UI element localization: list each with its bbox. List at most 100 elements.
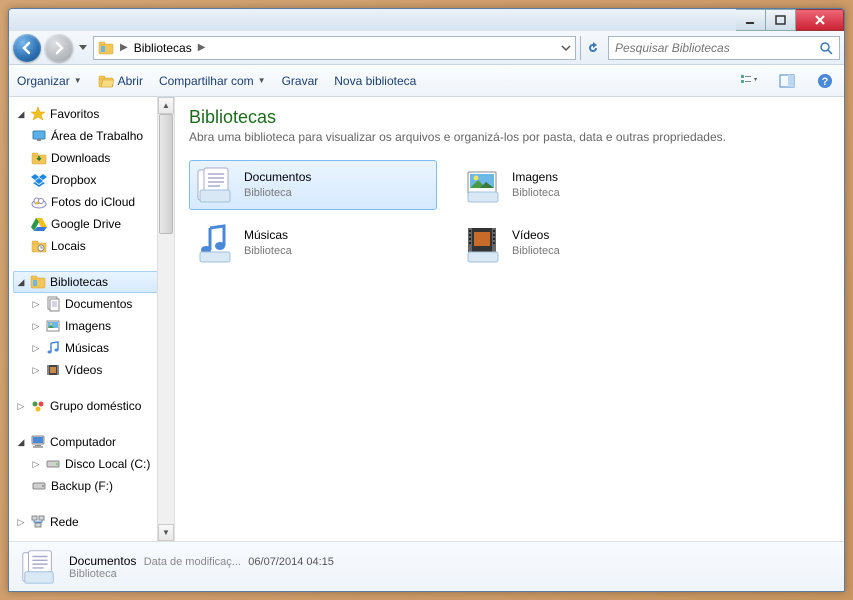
sidebar-item-backup-disk[interactable]: Backup (F:) (13, 475, 158, 497)
new-library-button[interactable]: Nova biblioteca (334, 74, 416, 88)
search-icon (819, 41, 833, 55)
sidebar-libraries[interactable]: ◢Bibliotecas (13, 271, 158, 293)
search-box[interactable] (608, 36, 840, 60)
explorer-window: ▶ Bibliotecas ▶ Organizar▼ Abrir Compart… (8, 8, 845, 592)
dropbox-icon (31, 172, 47, 188)
downloads-icon (31, 150, 47, 166)
sidebar-item-label: Bibliotecas (50, 275, 108, 289)
sidebar-item-dropbox[interactable]: Dropbox (13, 169, 158, 191)
library-item-type: Biblioteca (244, 186, 311, 200)
sidebar-computer[interactable]: ◢Computador (13, 431, 158, 453)
sidebar-item-videos[interactable]: ▷Vídeos (13, 359, 158, 381)
sidebar-item-documents[interactable]: ▷Documentos (13, 293, 158, 315)
star-icon (30, 106, 46, 122)
disk-icon (45, 456, 61, 472)
documents-library-icon (19, 547, 59, 587)
icloud-icon (31, 194, 47, 210)
library-item-type: Biblioteca (244, 244, 292, 258)
sidebar-item-label: Computador (50, 435, 116, 449)
sidebar-item-downloads[interactable]: Downloads (13, 147, 158, 169)
back-button[interactable] (13, 34, 41, 62)
computer-icon (30, 434, 46, 450)
homegroup-icon (30, 398, 46, 414)
library-item-type: Biblioteca (512, 244, 560, 258)
library-item-documents[interactable]: DocumentosBiblioteca (189, 160, 437, 210)
body: ◢Favoritos Área de Trabalho Downloads Dr… (9, 97, 844, 541)
recent-icon (31, 238, 47, 254)
address-dropdown-icon[interactable] (561, 43, 571, 53)
address-bar[interactable]: ▶ Bibliotecas ▶ (93, 36, 576, 60)
network-icon (30, 514, 46, 530)
pictures-icon (45, 318, 61, 334)
preview-pane-button[interactable] (776, 70, 798, 92)
scroll-down-icon[interactable]: ▼ (158, 524, 174, 541)
desktop-icon (31, 128, 47, 144)
sidebar-item-music[interactable]: ▷Músicas (13, 337, 158, 359)
videos-library-icon (462, 222, 504, 264)
details-mod-label: Data de modificaç... (144, 556, 241, 568)
sidebar-item-label: Grupo doméstico (50, 399, 141, 413)
share-button[interactable]: Compartilhar com▼ (159, 74, 266, 88)
sidebar-item-local-disk[interactable]: ▷Disco Local (C:) (13, 453, 158, 475)
library-item-pictures[interactable]: ImagensBiblioteca (457, 160, 705, 210)
sidebar-item-google-drive[interactable]: Google Drive (13, 213, 158, 235)
crumb-arrow-icon[interactable]: ▶ (196, 42, 208, 53)
breadcrumb-root[interactable]: Bibliotecas (134, 41, 192, 55)
help-button[interactable]: ? (814, 70, 836, 92)
library-item-name: Vídeos (512, 228, 560, 244)
details-mod-value: 06/07/2014 04:15 (248, 556, 334, 568)
library-item-music[interactable]: MúsicasBiblioteca (189, 218, 437, 268)
sidebar: ◢Favoritos Área de Trabalho Downloads Dr… (9, 97, 175, 541)
libraries-icon (30, 274, 46, 290)
crumb-arrow-icon[interactable]: ▶ (118, 42, 130, 53)
sidebar-item-label: Rede (50, 515, 79, 529)
view-mode-button[interactable] (738, 70, 760, 92)
sidebar-homegroup[interactable]: ▷Grupo doméstico (13, 395, 158, 417)
close-button[interactable] (796, 9, 844, 31)
history-dropdown[interactable] (77, 38, 89, 58)
sidebar-scrollbar[interactable]: ▲ ▼ (157, 97, 174, 541)
titlebar (9, 9, 844, 31)
sidebar-favorites[interactable]: ◢Favoritos (13, 103, 158, 125)
sidebar-item-recent[interactable]: Locais (13, 235, 158, 257)
svg-text:?: ? (822, 76, 829, 88)
open-button[interactable]: Abrir (98, 73, 143, 89)
documents-icon (45, 296, 61, 312)
pictures-library-icon (462, 164, 504, 206)
details-name: Documentos (69, 554, 136, 568)
refresh-button[interactable] (580, 36, 604, 60)
content-pane: Bibliotecas Abra uma biblioteca para vis… (175, 97, 844, 541)
videos-icon (45, 362, 61, 378)
music-icon (45, 340, 61, 356)
burn-button[interactable]: Gravar (282, 74, 319, 88)
scroll-thumb[interactable] (159, 114, 173, 234)
sidebar-item-icloud-photos[interactable]: Fotos do iCloud (13, 191, 158, 213)
toolbar: Organizar▼ Abrir Compartilhar com▼ Grava… (9, 65, 844, 97)
page-title: Bibliotecas (189, 107, 830, 128)
music-library-icon (194, 222, 236, 264)
forward-button[interactable] (45, 34, 73, 62)
minimize-button[interactable] (736, 9, 766, 31)
organize-button[interactable]: Organizar▼ (17, 74, 82, 88)
documents-library-icon (194, 164, 236, 206)
library-item-name: Imagens (512, 170, 560, 186)
maximize-button[interactable] (766, 9, 796, 31)
page-subtitle: Abra uma biblioteca para visualizar os a… (189, 130, 830, 144)
disk-icon (31, 478, 47, 494)
details-type: Biblioteca (69, 568, 334, 580)
library-item-name: Documentos (244, 170, 311, 186)
folder-open-icon (98, 73, 114, 89)
library-item-type: Biblioteca (512, 186, 560, 200)
library-item-name: Músicas (244, 228, 292, 244)
search-input[interactable] (615, 41, 819, 55)
details-pane: Documentos Data de modificaç... 06/07/20… (9, 541, 844, 591)
scroll-up-icon[interactable]: ▲ (158, 97, 174, 114)
navbar: ▶ Bibliotecas ▶ (9, 31, 844, 65)
library-item-videos[interactable]: VídeosBiblioteca (457, 218, 705, 268)
sidebar-item-label: Favoritos (50, 107, 99, 121)
libraries-icon (98, 40, 114, 56)
sidebar-item-desktop[interactable]: Área de Trabalho (13, 125, 158, 147)
sidebar-network[interactable]: ▷Rede (13, 511, 158, 533)
sidebar-item-pictures[interactable]: ▷Imagens (13, 315, 158, 337)
google-drive-icon (31, 216, 47, 232)
